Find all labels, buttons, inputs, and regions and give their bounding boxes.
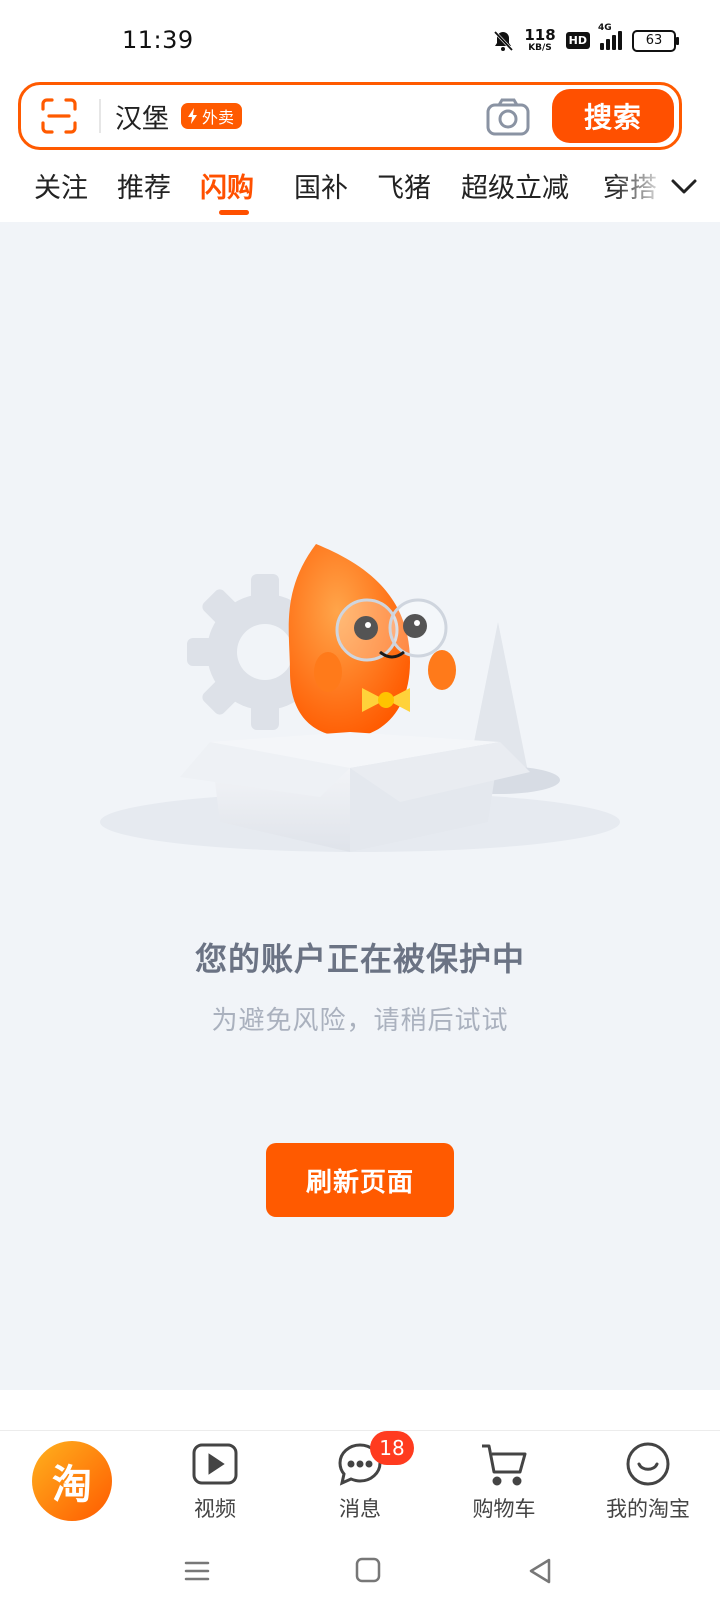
status-subtitle: 为避免风险，请稍后试试 [211, 1006, 509, 1036]
home-icon[interactable] [354, 1556, 382, 1588]
bell-muted-icon [492, 30, 514, 52]
cart-icon [479, 1439, 529, 1489]
camera-icon[interactable] [485, 97, 531, 141]
refresh-button[interactable]: 刷新页面 [266, 1143, 454, 1217]
tab-chaoji-lijian[interactable]: 超级立减 [461, 166, 569, 205]
back-icon[interactable] [526, 1556, 554, 1590]
chevron-down-icon[interactable] [670, 174, 698, 202]
nav-home-button[interactable]: 淘 [32, 1441, 112, 1521]
tab-guobu[interactable]: 国补 [294, 166, 348, 205]
nav-label-video: 视频 [194, 1497, 236, 1521]
network-speed: 118 KB/S [524, 28, 555, 53]
battery-level: 63 [645, 33, 663, 48]
status-time: 11:39 [122, 26, 194, 54]
nav-item-video[interactable]: 视频 [145, 1439, 285, 1523]
lightning-icon [188, 108, 197, 124]
signal-icon: 4G [598, 23, 622, 50]
nav-item-my-taobao[interactable]: 我的淘宝 [578, 1439, 718, 1523]
category-tabs: 关注 推荐 闪购 国补 飞猪 超级立减 穿搭 [0, 158, 720, 222]
video-icon [191, 1439, 239, 1489]
waimai-badge: 外卖 [181, 103, 243, 129]
protection-mascot-illustration [100, 544, 620, 852]
status-title: 您的账户正在被保护中 [194, 940, 525, 978]
bottom-nav: 淘 视频 18 消息 购物车 我的淘宝 [0, 1430, 720, 1535]
active-tab-indicator [219, 210, 249, 215]
search-bar[interactable]: 汉堡 外卖 搜索 [18, 82, 682, 150]
nav-label-messages: 消息 [339, 1497, 381, 1521]
nav-label-my-taobao: 我的淘宝 [606, 1497, 690, 1521]
content-area: 您的账户正在被保护中 为避免风险，请稍后试试 刷新页面 [0, 222, 720, 1390]
nav-item-cart[interactable]: 购物车 [434, 1439, 574, 1523]
tab-guanzhu[interactable]: 关注 [34, 166, 88, 205]
tab-shangou[interactable]: 闪购 [200, 166, 254, 205]
message-count-badge: 18 [370, 1431, 414, 1465]
network-speed-value: 118 [524, 26, 556, 44]
search-button[interactable]: 搜索 [552, 89, 674, 143]
recent-apps-icon[interactable] [182, 1556, 212, 1590]
waimai-badge-label: 外卖 [202, 108, 235, 127]
profile-smile-icon [624, 1439, 672, 1489]
nav-label-cart: 购物车 [472, 1497, 536, 1521]
tab-tuijian[interactable]: 推荐 [117, 166, 171, 205]
tab-feizhu[interactable]: 飞猪 [377, 166, 431, 205]
taobao-logo-icon: 淘 [52, 1462, 92, 1508]
network-speed-unit: KB/S [528, 43, 552, 53]
nav-item-messages[interactable]: 18 消息 [290, 1431, 430, 1523]
status-bar: 11:39 118 KB/S HD 4G 63 [0, 0, 720, 82]
status-icons: 118 KB/S HD 4G 63 [492, 23, 679, 53]
hd-badge: HD [565, 32, 590, 49]
search-input[interactable]: 汉堡 [115, 97, 169, 136]
system-nav-bar [0, 1534, 720, 1612]
battery-icon: 63 [632, 29, 679, 52]
scan-icon[interactable] [39, 96, 79, 136]
network-type-label: 4G [598, 23, 612, 33]
search-divider [99, 99, 101, 133]
